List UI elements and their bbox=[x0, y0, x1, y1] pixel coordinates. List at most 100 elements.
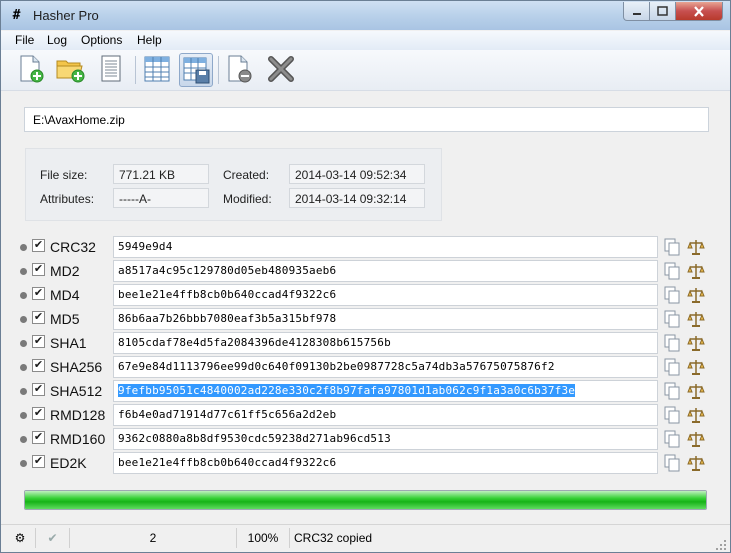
copy-icon[interactable] bbox=[663, 430, 681, 448]
hash-row: ✔ MD2 a8517a4c95c129780d05eb480935aeb6 bbox=[20, 260, 710, 282]
status-percent: 100% bbox=[237, 528, 290, 548]
modified-value: 2014-03-14 09:32:14 bbox=[289, 188, 425, 208]
file-size-label: File size: bbox=[40, 168, 88, 182]
hash-value-field[interactable]: 9fefbb95051c4840002ad228e330c2f8b97fafa9… bbox=[113, 380, 658, 402]
hash-value-text: 67e9e84d1113796ee99d0c640f09130b2be09877… bbox=[118, 360, 555, 373]
hash-value-field[interactable]: a8517a4c95c129780d05eb480935aeb6 bbox=[113, 260, 658, 282]
copy-icon[interactable] bbox=[663, 334, 681, 352]
compare-icon[interactable] bbox=[687, 334, 705, 352]
minimize-button[interactable] bbox=[623, 2, 650, 21]
hash-value-text: 5949e9d4 bbox=[118, 240, 173, 253]
status-dot-icon bbox=[20, 316, 27, 323]
title-bar: # Hasher Pro bbox=[1, 1, 730, 30]
hash-value-text: 8105cdaf78e4d5fa2084396de4128308b615756b bbox=[118, 336, 391, 349]
copy-icon[interactable] bbox=[663, 238, 681, 256]
attributes-label: Attributes: bbox=[40, 192, 95, 206]
compare-icon[interactable] bbox=[687, 286, 705, 304]
copy-icon[interactable] bbox=[663, 262, 681, 280]
new-file-button[interactable] bbox=[15, 53, 47, 85]
copy-icon[interactable] bbox=[663, 286, 681, 304]
copy-icon[interactable] bbox=[663, 382, 681, 400]
status-dot-icon bbox=[20, 292, 27, 299]
menu-options[interactable]: Options bbox=[81, 33, 122, 47]
hash-row: ✔ SHA512 9fefbb95051c4840002ad228e330c2f8b… bbox=[20, 380, 710, 402]
table-save-button[interactable] bbox=[179, 53, 213, 87]
copy-icon[interactable] bbox=[663, 406, 681, 424]
menu-help[interactable]: Help bbox=[137, 33, 162, 47]
hash-checkbox[interactable]: ✔ bbox=[32, 263, 45, 276]
close-button[interactable] bbox=[675, 2, 723, 21]
hash-row: ✔ MD5 86b6aa7b26bbb7080eaf3b5a315bf978 bbox=[20, 308, 710, 330]
hash-value-field[interactable]: 8105cdaf78e4d5fa2084396de4128308b615756b bbox=[113, 332, 658, 354]
copy-icon[interactable] bbox=[663, 310, 681, 328]
hash-value-field[interactable]: 86b6aa7b26bbb7080eaf3b5a315bf978 bbox=[113, 308, 658, 330]
status-dot-icon bbox=[20, 388, 27, 395]
status-count: 2 bbox=[70, 528, 237, 548]
status-dot-icon bbox=[20, 460, 27, 467]
hash-row: ✔ SHA256 67e9e84d1113796ee99d0c640f09130b2… bbox=[20, 356, 710, 378]
remove-file-button[interactable] bbox=[223, 53, 255, 85]
app-window: # Hasher Pro File Log Options Help E:\Av… bbox=[0, 0, 731, 553]
hash-row: ✔ RMD128 f6b4e0ad71914d77c61ff5c656a2d2eb bbox=[20, 404, 710, 426]
compare-icon[interactable] bbox=[687, 262, 705, 280]
table-button[interactable] bbox=[141, 53, 173, 85]
copy-icon[interactable] bbox=[663, 358, 681, 376]
settings-icon[interactable]: ⚙ bbox=[5, 528, 36, 548]
created-value: 2014-03-14 09:52:34 bbox=[289, 164, 425, 184]
open-folder-icon bbox=[56, 60, 85, 83]
progress-bar bbox=[24, 490, 707, 510]
resize-grip-icon[interactable] bbox=[715, 539, 727, 551]
hash-row: ✔ ED2K bee1e21e4ffb8cb0b640ccad4f9322c6 bbox=[20, 452, 710, 474]
table-save-icon bbox=[183, 57, 210, 84]
compare-icon[interactable] bbox=[687, 406, 705, 424]
hash-value-text: 86b6aa7b26bbb7080eaf3b5a315bf978 bbox=[118, 312, 337, 325]
hash-value-field[interactable]: bee1e21e4ffb8cb0b640ccad4f9322c6 bbox=[113, 452, 658, 474]
hash-value-text: 9362c0880a8b8df9530cdc59238d271ab96cd513 bbox=[118, 432, 391, 445]
hash-checkbox[interactable]: ✔ bbox=[32, 431, 45, 444]
hash-value-field[interactable]: bee1e21e4ffb8cb0b640ccad4f9322c6 bbox=[113, 284, 658, 306]
hash-algorithm-label: CRC32 bbox=[50, 239, 96, 255]
hash-checkbox[interactable]: ✔ bbox=[32, 311, 45, 324]
document-icon bbox=[101, 55, 121, 82]
compare-icon[interactable] bbox=[687, 430, 705, 448]
hash-algorithm-label: RMD128 bbox=[50, 407, 106, 423]
compare-icon[interactable] bbox=[687, 358, 705, 376]
compare-icon[interactable] bbox=[687, 454, 705, 472]
progress-fill bbox=[25, 491, 706, 509]
close-x-button[interactable] bbox=[265, 53, 297, 85]
hash-checkbox[interactable]: ✔ bbox=[32, 239, 45, 252]
new-file-icon bbox=[20, 55, 44, 83]
maximize-button[interactable] bbox=[649, 2, 676, 21]
menu-bar: File Log Options Help bbox=[1, 31, 730, 51]
document-button[interactable] bbox=[95, 53, 127, 85]
minimize-icon bbox=[632, 13, 641, 15]
hash-row: ✔ MD4 bee1e21e4ffb8cb0b640ccad4f9322c6 bbox=[20, 284, 710, 306]
app-icon: # bbox=[12, 8, 21, 23]
file-path-field[interactable]: E:\AvaxHome.zip bbox=[24, 107, 709, 132]
copy-icon[interactable] bbox=[663, 454, 681, 472]
hash-value-field[interactable]: 9362c0880a8b8df9530cdc59238d271ab96cd513 bbox=[113, 428, 658, 450]
compare-icon[interactable] bbox=[687, 238, 705, 256]
hash-value-field[interactable]: 67e9e84d1113796ee99d0c640f09130b2be09877… bbox=[113, 356, 658, 378]
hash-checkbox[interactable]: ✔ bbox=[32, 455, 45, 468]
status-message: CRC32 copied bbox=[294, 531, 373, 545]
status-bar: ⚙ ✔ 2 100% CRC32 copied bbox=[1, 524, 730, 552]
hash-checkbox[interactable]: ✔ bbox=[32, 287, 45, 300]
hash-checkbox[interactable]: ✔ bbox=[32, 407, 45, 420]
hash-value-field[interactable]: f6b4e0ad71914d77c61ff5c656a2d2eb bbox=[113, 404, 658, 426]
compare-icon[interactable] bbox=[687, 382, 705, 400]
window-title: Hasher Pro bbox=[33, 8, 99, 23]
table-icon bbox=[144, 56, 170, 82]
menu-log[interactable]: Log bbox=[47, 33, 67, 47]
hash-algorithm-label: MD2 bbox=[50, 263, 80, 279]
hash-checkbox[interactable]: ✔ bbox=[32, 335, 45, 348]
status-dot-icon bbox=[20, 436, 27, 443]
hash-value-field[interactable]: 5949e9d4 bbox=[113, 236, 658, 258]
hash-checkbox[interactable]: ✔ bbox=[32, 359, 45, 372]
open-folder-button[interactable] bbox=[55, 53, 87, 85]
menu-file[interactable]: File bbox=[15, 33, 34, 47]
compare-icon[interactable] bbox=[687, 310, 705, 328]
hash-algorithm-label: MD4 bbox=[50, 287, 80, 303]
file-path-text: E:\AvaxHome.zip bbox=[33, 113, 125, 127]
hash-checkbox[interactable]: ✔ bbox=[32, 383, 45, 396]
